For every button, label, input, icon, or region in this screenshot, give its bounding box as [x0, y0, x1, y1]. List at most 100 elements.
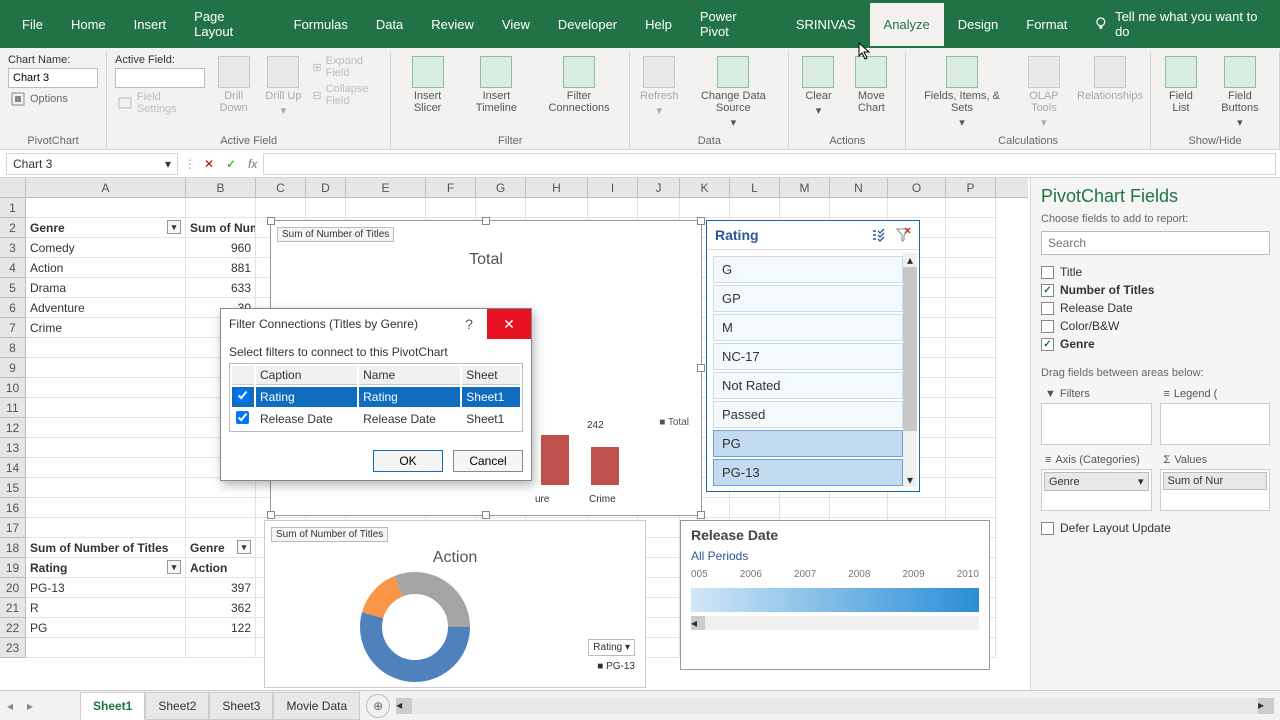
cell[interactable]: 960 [186, 238, 256, 258]
row-header[interactable]: 17 [0, 518, 26, 538]
dialog-help-button[interactable]: ? [451, 316, 487, 332]
field-item[interactable]: Number of Titles [1041, 281, 1270, 299]
col-header[interactable]: K [680, 178, 730, 197]
insert-slicer-button[interactable]: Insert Slicer [399, 54, 456, 116]
row-header[interactable]: 16 [0, 498, 26, 518]
col-header[interactable]: D [306, 178, 346, 197]
cell[interactable] [946, 498, 996, 518]
cell[interactable]: Comedy [26, 238, 186, 258]
cell[interactable] [946, 278, 996, 298]
cell[interactable]: Sum of Number of Titles [26, 538, 186, 558]
col-header[interactable]: A [26, 178, 186, 197]
slicer-scrollbar[interactable]: ▴ ▾ [903, 253, 917, 487]
refresh-button[interactable]: Refresh ▾ [638, 54, 680, 119]
clear-filter-icon[interactable] [895, 227, 911, 243]
row-header[interactable]: 23 [0, 638, 26, 658]
cell[interactable] [346, 198, 426, 218]
chart2-legend-button[interactable]: Rating ▾ [588, 639, 635, 656]
sheet-tab-sheet3[interactable]: Sheet3 [209, 692, 273, 720]
rating-slicer[interactable]: Rating GGPMNC-17Not RatedPassedPGPG-13 ▴… [706, 220, 920, 492]
sheet-tab-sheet1[interactable]: Sheet1 [80, 692, 145, 720]
slicer-item[interactable]: PG-13 [713, 459, 903, 486]
move-chart-button[interactable]: Move Chart [845, 54, 897, 116]
cell[interactable] [780, 198, 830, 218]
multi-select-icon[interactable] [871, 227, 887, 243]
release-date-timeline[interactable]: Release Date All Periods 005200620072008… [680, 520, 990, 670]
cell[interactable]: 881 [186, 258, 256, 278]
tab-format[interactable]: Format [1012, 3, 1081, 46]
col-header[interactable]: M [780, 178, 830, 197]
chart1-field-button[interactable]: Sum of Number of Titles [277, 227, 394, 242]
cell[interactable] [26, 638, 186, 658]
filter-row-checkbox[interactable] [236, 389, 249, 402]
cell[interactable] [946, 298, 996, 318]
cell[interactable] [946, 438, 996, 458]
col-header[interactable]: J [638, 178, 680, 197]
cell[interactable] [588, 198, 638, 218]
formula-input[interactable] [263, 153, 1276, 175]
cell[interactable] [256, 198, 306, 218]
cell[interactable] [186, 198, 256, 218]
tab-help[interactable]: Help [631, 3, 686, 46]
col-header[interactable]: P [946, 178, 996, 197]
slicer-item[interactable]: Passed [713, 401, 903, 428]
cell[interactable] [830, 198, 888, 218]
horizontal-scrollbar[interactable]: ◂▸ [396, 698, 1274, 714]
field-item[interactable]: Genre [1041, 335, 1270, 353]
chart-name-input[interactable] [8, 68, 98, 88]
row-header[interactable]: 18 [0, 538, 26, 558]
fx-icon[interactable]: fx [242, 157, 263, 171]
dialog-close-button[interactable]: ✕ [487, 309, 531, 339]
cell[interactable]: PG [26, 618, 186, 638]
cell[interactable] [26, 338, 186, 358]
cell[interactable] [26, 518, 186, 538]
row-header[interactable]: 19 [0, 558, 26, 578]
field-item[interactable]: Title [1041, 263, 1270, 281]
cell[interactable]: Genre▾ [26, 218, 186, 238]
cell[interactable] [680, 198, 730, 218]
cell[interactable]: Rating▾ [26, 558, 186, 578]
field-item[interactable]: Color/B&W [1041, 317, 1270, 335]
cell[interactable] [946, 218, 996, 238]
slicer-item[interactable]: GP [713, 285, 903, 312]
cell[interactable] [888, 498, 946, 518]
cell[interactable] [946, 238, 996, 258]
tab-home[interactable]: Home [57, 3, 120, 46]
cell[interactable]: 362 [186, 598, 256, 618]
row-header[interactable]: 12 [0, 418, 26, 438]
cell[interactable] [426, 198, 476, 218]
select-all-corner[interactable] [0, 178, 26, 197]
tab-page-layout[interactable]: Page Layout [180, 0, 279, 53]
row-header[interactable]: 8 [0, 338, 26, 358]
fields-items-sets-button[interactable]: Fields, Items, & Sets ▾ [914, 54, 1010, 131]
cell[interactable] [186, 498, 256, 518]
cell[interactable] [780, 498, 830, 518]
table-row[interactable]: RatingRatingSheet1 [232, 387, 520, 407]
row-header[interactable]: 1 [0, 198, 26, 218]
row-header[interactable]: 20 [0, 578, 26, 598]
tab-design[interactable]: Design [944, 3, 1012, 46]
cell[interactable] [946, 338, 996, 358]
row-header[interactable]: 7 [0, 318, 26, 338]
row-header[interactable]: 11 [0, 398, 26, 418]
cell[interactable]: Action [186, 558, 256, 578]
cell[interactable] [26, 478, 186, 498]
row-header[interactable]: 3 [0, 238, 26, 258]
col-header[interactable]: L [730, 178, 780, 197]
cell[interactable] [946, 198, 996, 218]
change-data-source-button[interactable]: Change Data Source ▾ [686, 54, 780, 131]
cell[interactable]: 122 [186, 618, 256, 638]
cell[interactable] [186, 638, 256, 658]
worksheet-grid[interactable]: ABCDEFGHIJKLMNOP 12345678910111213141516… [0, 178, 1028, 690]
col-header[interactable]: O [888, 178, 946, 197]
col-header[interactable]: C [256, 178, 306, 197]
axis-drop-area[interactable]: Genre▾ [1041, 469, 1152, 511]
cell[interactable] [946, 458, 996, 478]
tab-formulas[interactable]: Formulas [280, 3, 362, 46]
chart2-field-button[interactable]: Sum of Number of Titles [271, 527, 388, 542]
insert-timeline-button[interactable]: Insert Timeline [462, 54, 531, 116]
tab-view[interactable]: View [488, 3, 544, 46]
values-chip[interactable]: Sum of Nur [1163, 472, 1268, 490]
tab-file[interactable]: File [8, 3, 57, 46]
tab-review[interactable]: Review [417, 3, 488, 46]
